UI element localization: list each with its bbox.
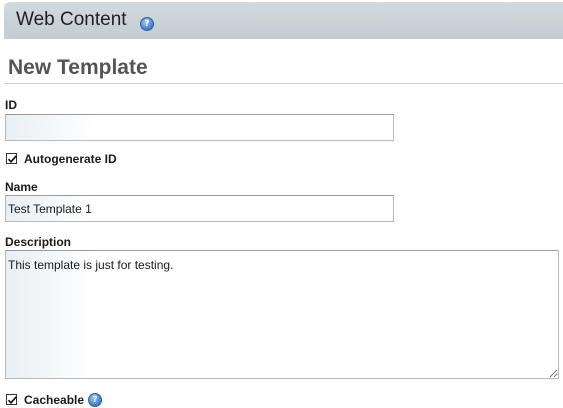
- id-label: ID: [5, 98, 17, 112]
- description-label: Description: [5, 235, 72, 249]
- autogenerate-id-checkbox[interactable]: [6, 153, 17, 164]
- portlet-header: Web Content ?: [4, 2, 563, 39]
- title-divider: [4, 83, 563, 84]
- cacheable-checkbox[interactable]: [6, 394, 17, 405]
- checkmark-icon: [7, 396, 17, 405]
- question-circle-icon[interactable]: ?: [140, 17, 154, 31]
- id-input[interactable]: [5, 114, 394, 141]
- question-circle-icon[interactable]: ?: [88, 393, 102, 407]
- name-input[interactable]: [5, 195, 394, 222]
- portlet-title: Web Content ?: [16, 9, 154, 31]
- checkmark-icon: [7, 155, 17, 164]
- autogenerate-id-label: Autogenerate ID: [24, 152, 117, 166]
- name-label: Name: [5, 180, 38, 194]
- page-title: New Template: [8, 56, 148, 79]
- description-textarea[interactable]: This template is just for testing.: [5, 250, 559, 379]
- cacheable-label: Cacheable: [24, 393, 85, 407]
- portlet-title-text: Web Content: [16, 9, 127, 30]
